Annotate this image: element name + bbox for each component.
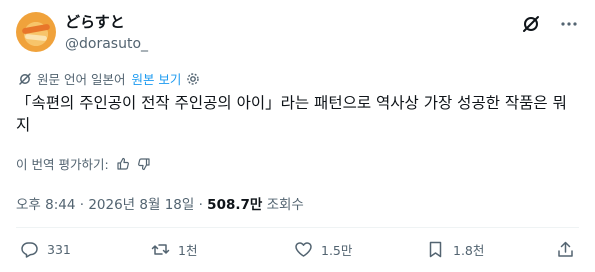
thumbs-up-icon[interactable] [116,157,130,171]
tweet-meta: 오후 8:44 · 2026년 8월 18일 · 508.7만 조회수 [16,193,304,213]
post-date[interactable]: 2026년 8월 18일 [88,197,194,213]
meta-separator: · [194,197,208,213]
view-count: 508.7만 [207,197,263,213]
repost-button[interactable]: 1천 [151,240,197,259]
translation-notice: 원문 언어 일본어 원본 보기 [18,69,200,88]
tweet-header: どらすと @dorasuto_ [16,8,579,54]
rate-translation: 이 번역 평가하기: [16,154,151,173]
repost-count: 1천 [178,243,198,258]
tweet-text: 「속편의 주인공이 전작 주인공의 아이」라는 패턴으로 역사상 가장 성공한 … [16,94,567,134]
like-button[interactable]: 1.5만 [294,240,352,259]
thumbs-down-icon[interactable] [137,157,151,171]
reply-button[interactable]: 331 [20,240,71,259]
show-original-link[interactable]: 원본 보기 [131,69,181,88]
more-icon[interactable] [559,14,579,34]
grok-icon[interactable] [521,14,541,34]
bookmark-count: 1.8천 [453,243,485,258]
header-actions [521,14,579,34]
avatar[interactable] [16,12,56,52]
rate-translation-label: 이 번역 평가하기: [16,157,109,172]
meta-separator: · [75,197,89,213]
divider [16,227,579,228]
bookmark-icon [426,240,445,259]
action-bar: 331 1천 1.5만 1.8천 [16,240,579,264]
reply-icon [20,240,39,259]
grok-translate-icon [18,72,32,86]
like-count: 1.5만 [321,243,353,258]
view-count-label: 조회수 [262,197,304,213]
share-icon [556,240,575,259]
post-time[interactable]: 오후 8:44 [16,197,75,213]
repost-icon [151,240,170,259]
gear-icon[interactable] [186,72,200,86]
reply-count: 331 [47,242,71,257]
share-button[interactable] [556,240,583,259]
user-names: どらすと @dorasuto_ [65,12,148,54]
user-handle[interactable]: @dorasuto_ [65,34,148,54]
bookmark-button[interactable]: 1.8천 [426,240,484,259]
translation-label: 원문 언어 일본어 [37,72,126,87]
display-name[interactable]: どらすと [65,12,148,32]
heart-icon [294,240,313,259]
